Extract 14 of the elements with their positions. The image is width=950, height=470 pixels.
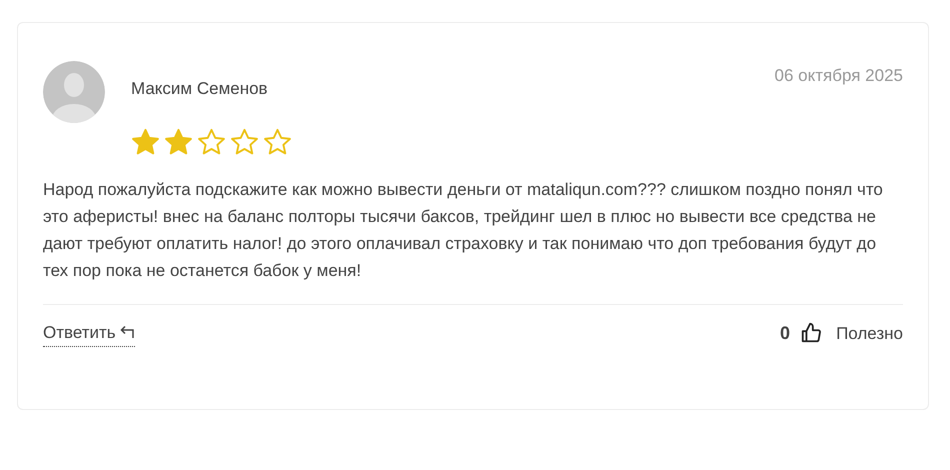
empty-star-icon bbox=[263, 128, 292, 156]
review-text: Народ пожалуйста подскажите как можно вывести деньги от mataliqun.com??? слишком поздно понял что это аферисты! внес на баланс полторы тысячи баксов, трейдинг шел в плюс но вывести все средства не дают требуют оплатить налог! до этого оплачивал страховку и так понимаю что доп требования будут до тех пор пока не останется бабок у меня! bbox=[43, 178, 884, 282]
filled-star-icon bbox=[164, 128, 193, 156]
empty-star-icon bbox=[197, 128, 226, 156]
reply-link[interactable]: Ответить bbox=[43, 320, 135, 347]
avatar-icon bbox=[43, 61, 105, 123]
author-name: Максим Семенов bbox=[131, 78, 268, 100]
helpful-label[interactable]: Полезно bbox=[836, 320, 903, 346]
reply-arrow-icon bbox=[118, 325, 135, 340]
empty-star-icon bbox=[230, 128, 259, 156]
review-date: 06 октября 2025 bbox=[774, 65, 903, 87]
like-count: 0 bbox=[780, 322, 790, 345]
thumbs-up-icon[interactable] bbox=[800, 322, 822, 344]
filled-star-icon bbox=[131, 128, 160, 156]
